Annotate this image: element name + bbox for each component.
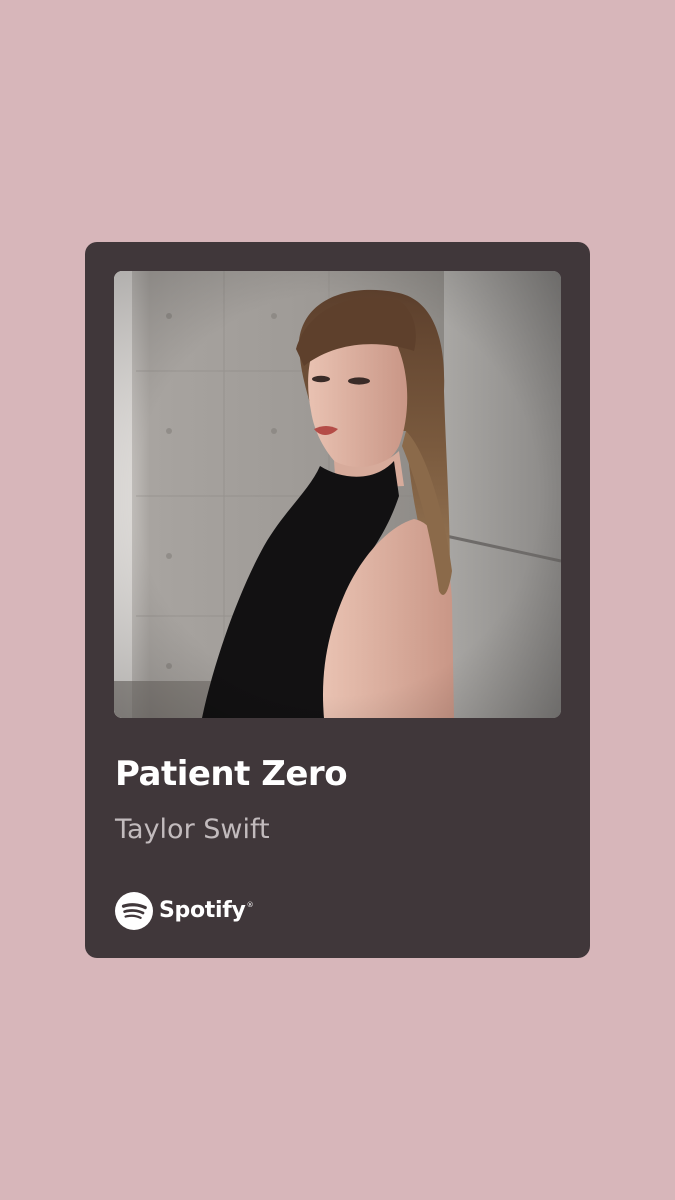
share-card[interactable]: Patient Zero Taylor Swift Spotify ® bbox=[85, 242, 590, 958]
track-title: Patient Zero bbox=[115, 754, 348, 794]
spotify-logo-icon bbox=[115, 892, 153, 930]
spotify-wordmark: Spotify bbox=[159, 898, 246, 923]
album-cover bbox=[114, 271, 561, 718]
artist-name: Taylor Swift bbox=[115, 814, 270, 845]
album-cover-photo bbox=[114, 271, 561, 718]
spotify-brand[interactable]: Spotify ® bbox=[115, 891, 254, 931]
trademark-symbol: ® bbox=[246, 901, 254, 909]
